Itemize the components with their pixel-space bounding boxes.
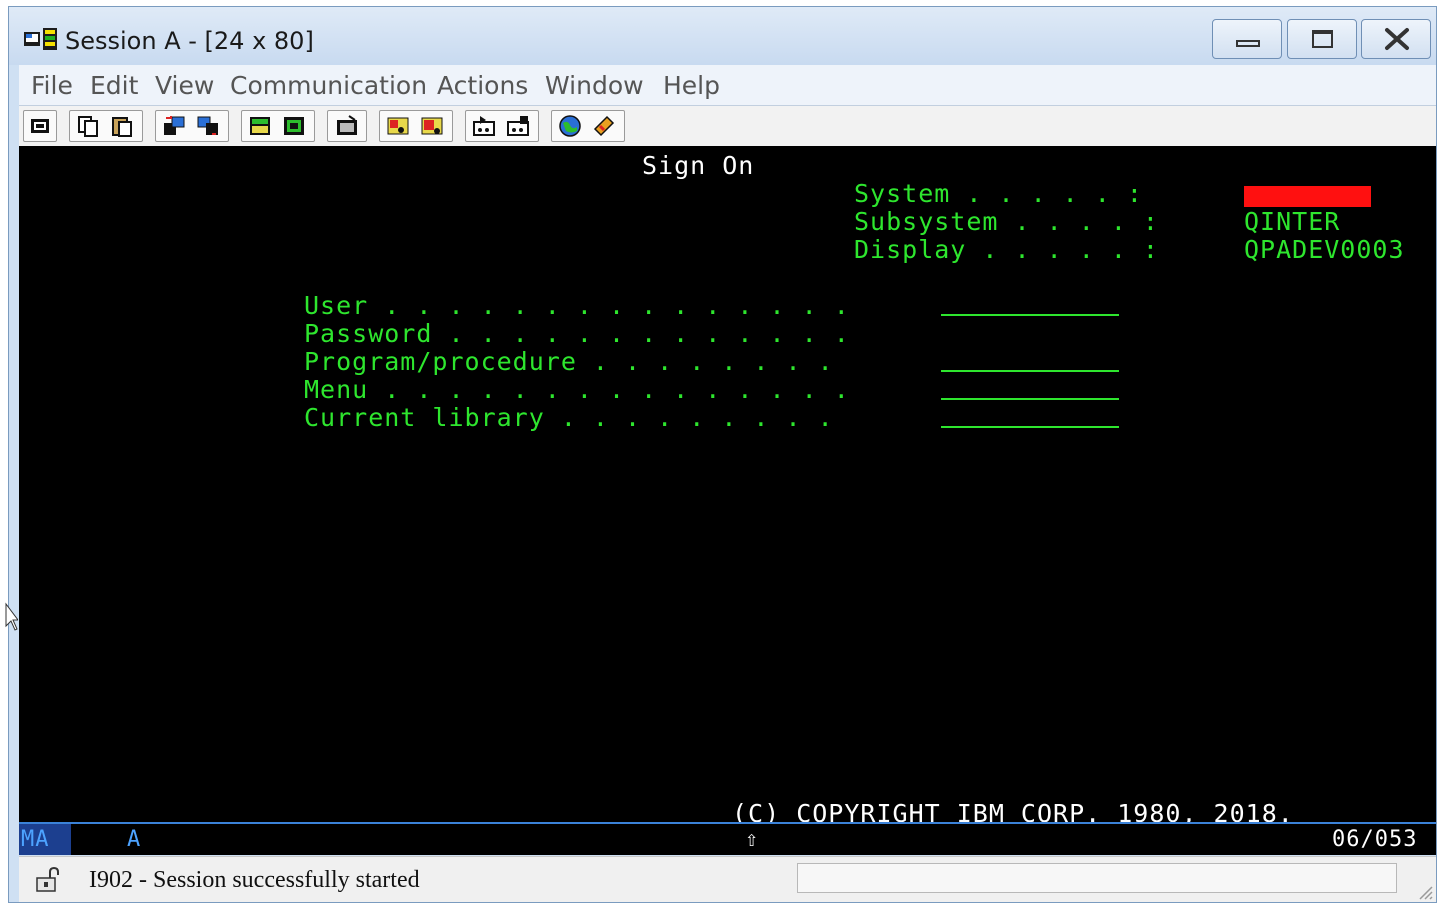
menu-communication[interactable]: Communication (230, 71, 427, 100)
help-icon[interactable] (592, 114, 616, 138)
status-bar: I902 - Session successfully started (19, 856, 1436, 902)
subsystem-value: QINTER (1244, 207, 1341, 236)
program-input[interactable] (941, 370, 1119, 372)
status-message: I902 - Session successfully started (89, 867, 420, 893)
emulator-window: Session A - [24 x 80] File Edit View Com… (8, 6, 1437, 903)
menu-view[interactable]: View (155, 71, 214, 100)
screen-title: Sign On (642, 151, 755, 180)
menu-actions[interactable]: Actions (437, 71, 528, 100)
toolbar-group-print (23, 110, 57, 142)
toolbar-group-play (465, 110, 539, 142)
subsystem-label: Subsystem . . . . : (854, 207, 1159, 236)
display-setup-icon[interactable] (282, 114, 306, 138)
ma-indicator: MA (21, 827, 50, 852)
mouse-cursor-icon (5, 602, 18, 631)
stop-macro-icon[interactable] (420, 114, 444, 138)
current-library-input[interactable] (941, 426, 1119, 428)
display-keypad-icon[interactable] (248, 114, 272, 138)
menu-window[interactable]: Window (545, 71, 644, 100)
user-label: User . . . . . . . . . . . . . . . (304, 291, 850, 320)
play-macro-icon[interactable] (472, 114, 496, 138)
maximize-button[interactable] (1287, 19, 1357, 59)
session-icon (24, 28, 57, 50)
shift-icon: ⇧ (745, 827, 760, 852)
toolbar (19, 106, 1436, 147)
menu-edit[interactable]: Edit (90, 71, 138, 100)
send-file-icon[interactable] (162, 114, 186, 138)
print-screen-icon[interactable] (28, 114, 52, 138)
program-label: Program/procedure . . . . . . . . (304, 347, 834, 376)
maximize-icon (1312, 30, 1333, 48)
display-label: Display . . . . . : (854, 235, 1159, 264)
close-button[interactable] (1361, 19, 1431, 59)
mode-indicator: A (127, 827, 142, 852)
toolbar-group-clipboard (69, 110, 143, 142)
cursor-position: 06/053 (1332, 827, 1418, 852)
menu-bar: File Edit View Communication Actions Win… (19, 65, 1436, 106)
web-icon[interactable] (558, 114, 582, 138)
minimize-button[interactable] (1212, 19, 1282, 59)
password-input[interactable] (941, 314, 1119, 344)
paste-icon[interactable] (110, 114, 134, 138)
menu-help[interactable]: Help (663, 71, 720, 100)
toolbar-group-record (379, 110, 453, 142)
macro-icon[interactable] (335, 114, 359, 138)
record-macro-icon[interactable] (386, 114, 410, 138)
password-label: Password . . . . . . . . . . . . . (304, 319, 850, 348)
copy-icon[interactable] (76, 114, 100, 138)
toolbar-group-transfer (155, 110, 229, 142)
operator-information-area: MA A ⇧ 06/053 (19, 822, 1436, 855)
lock-icon (36, 866, 59, 892)
copyright-text: (C) COPYRIGHT IBM CORP. 1980, 2018. (732, 799, 1294, 823)
minimize-icon (1236, 40, 1260, 47)
redacted-system-name (1244, 186, 1371, 207)
toolbar-group-macro (327, 110, 367, 142)
system-label: System . . . . . : (854, 179, 1143, 208)
current-library-label: Current library . . . . . . . . . (304, 403, 834, 432)
status-panel (797, 863, 1397, 893)
title-bar[interactable]: Session A - [24 x 80] (9, 7, 1436, 65)
receive-file-icon[interactable] (196, 114, 220, 138)
toolbar-group-web (551, 110, 625, 142)
menu-input[interactable] (941, 398, 1119, 400)
toolbar-group-display (241, 110, 315, 142)
display-value: QPADEV0003 (1244, 235, 1405, 264)
window-title: Session A - [24 x 80] (65, 27, 314, 55)
menu-file[interactable]: File (31, 71, 73, 100)
terminal-screen[interactable]: Sign On System . . . . . : Subsystem . .… (19, 146, 1436, 823)
transfer-icon[interactable] (506, 114, 530, 138)
resize-grip-icon[interactable] (1414, 881, 1434, 901)
menu-label: Menu . . . . . . . . . . . . . . . (304, 375, 850, 404)
close-icon (1385, 28, 1409, 50)
